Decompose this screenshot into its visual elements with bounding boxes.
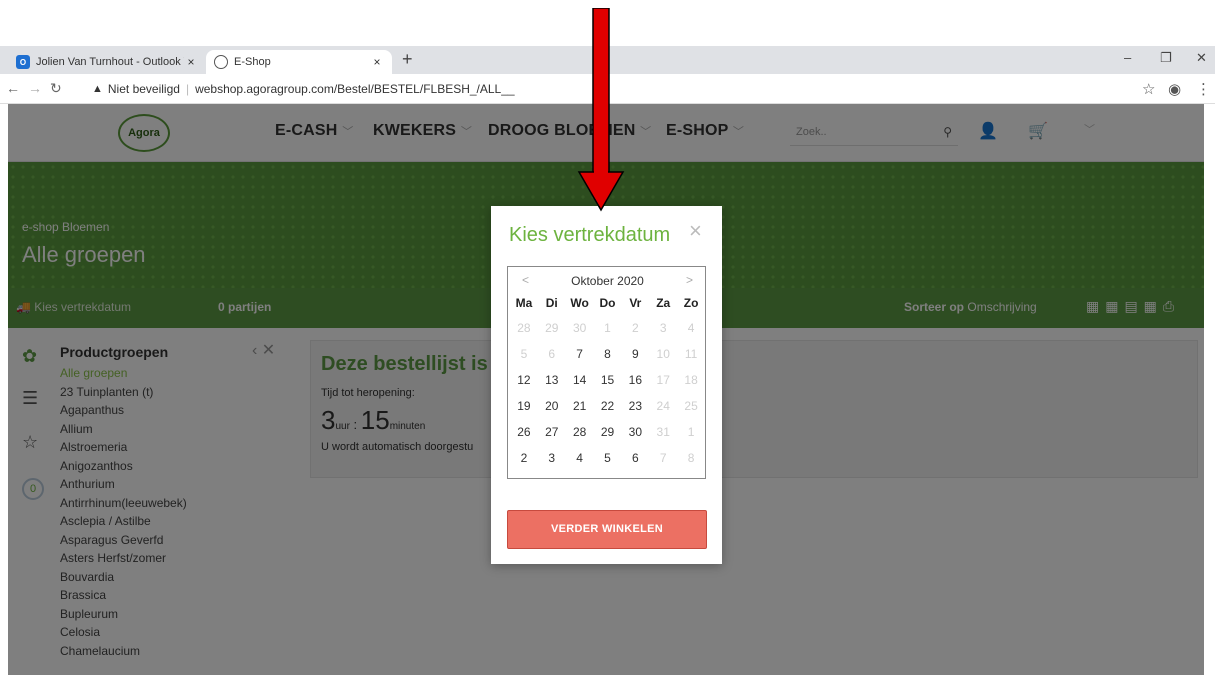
calendar-day: 18: [684, 373, 698, 387]
calendar-day[interactable]: 9: [621, 341, 649, 367]
maximize-button[interactable]: ❐: [1160, 50, 1172, 66]
calendar-day: 8: [687, 451, 695, 465]
calendar-day: 3: [659, 321, 667, 335]
calendar-day: 10: [656, 347, 670, 361]
calendar-day: 24: [656, 399, 670, 413]
calendar-day: 30: [572, 321, 587, 335]
screen: O Jolien Van Turnhout - Outlook W × E-Sh…: [0, 0, 1215, 675]
close-icon[interactable]: ×: [689, 218, 702, 244]
calendar-day: 25: [684, 399, 698, 413]
divider: |: [185, 82, 190, 96]
outlook-icon: O: [16, 55, 30, 69]
weekday-label: Za: [656, 296, 671, 310]
calendar-day[interactable]: 27: [538, 419, 566, 445]
calendar-month: Oktober 2020: [571, 274, 644, 288]
calendar-day: 2: [632, 321, 639, 335]
url-text: webshop.agoragroup.com/Bestel/BESTEL/FLB…: [195, 82, 515, 96]
reload-icon[interactable]: ↻: [50, 80, 62, 97]
browser-tab-eshop[interactable]: E-Shop ×: [206, 50, 392, 74]
globe-icon: [214, 55, 228, 69]
close-tab-icon[interactable]: ×: [370, 55, 384, 69]
calendar-day[interactable]: 7: [566, 341, 594, 367]
continue-shopping-button[interactable]: VERDER WINKELEN: [507, 510, 707, 549]
calendar-day[interactable]: 8: [594, 341, 622, 367]
calendar-day[interactable]: 14: [566, 367, 594, 393]
next-month-button[interactable]: >: [686, 273, 693, 287]
calendar-day[interactable]: 3: [538, 445, 566, 471]
close-window-button[interactable]: ✕: [1196, 50, 1207, 66]
calendar-day: 1: [687, 425, 695, 439]
calendar-day[interactable]: 22: [594, 393, 622, 419]
warning-icon: ▲: [92, 83, 103, 95]
calendar-day[interactable]: 26: [510, 419, 538, 445]
calendar-day: 6: [548, 347, 556, 361]
calendar-day: 1: [604, 321, 611, 335]
forward-icon[interactable]: →: [28, 80, 42, 96]
annotation-arrow: [577, 8, 625, 212]
weekday-label: Do: [599, 296, 616, 310]
calendar-day: 5: [520, 347, 528, 361]
calendar-day: 29: [545, 321, 559, 335]
calendar-day[interactable]: 16: [621, 367, 649, 393]
calendar-day: 17: [656, 373, 670, 387]
calendar-day[interactable]: 19: [510, 393, 538, 419]
calendar-day[interactable]: 12: [510, 367, 538, 393]
weekday-label: Zo: [683, 296, 699, 310]
departure-date-modal: Kies vertrekdatum × < Oktober 2020 > Ma D…: [491, 206, 722, 564]
calendar-day[interactable]: 30: [621, 419, 649, 445]
new-tab-button[interactable]: +: [402, 49, 413, 69]
calendar-day[interactable]: 20: [538, 393, 566, 419]
minimize-button[interactable]: –: [1124, 50, 1131, 65]
calendar-day: 31: [656, 425, 670, 439]
menu-icon[interactable]: ⋮: [1196, 80, 1211, 98]
modal-title: Kies vertrekdatum: [509, 224, 671, 246]
calendar-day: 28: [517, 321, 531, 335]
calendar-day[interactable]: 5: [594, 445, 622, 471]
weekday-label: Ma: [515, 296, 533, 310]
profile-icon[interactable]: ◉: [1168, 80, 1181, 98]
calendar-day[interactable]: 4: [566, 445, 594, 471]
calendar-day[interactable]: 13: [538, 367, 566, 393]
calendar-day[interactable]: 15: [594, 367, 622, 393]
browser-tab-outlook[interactable]: O Jolien Van Turnhout - Outlook W ×: [8, 50, 206, 74]
security-label: Niet beveiligd: [107, 82, 180, 96]
weekday-label: Wo: [570, 296, 589, 310]
calendar-day[interactable]: 21: [566, 393, 594, 419]
calendar-day: 11: [684, 347, 698, 361]
tab-title: Jolien Van Turnhout - Outlook W: [36, 56, 184, 68]
close-tab-icon[interactable]: ×: [184, 55, 198, 69]
weekday-header: Ma Di Wo Do Vr Za Zo: [510, 296, 705, 310]
weekday-label: Di: [545, 296, 558, 310]
calendar-day[interactable]: 23: [621, 393, 649, 419]
back-icon[interactable]: ←: [6, 80, 20, 96]
calendar-day[interactable]: 6: [621, 445, 649, 471]
calendar-day: 7: [659, 451, 667, 465]
calendar: < Oktober 2020 > Ma Di Wo Do Vr Za Zo 28 29 30 1 2…: [507, 266, 706, 479]
bookmark-star-icon[interactable]: ☆: [1142, 80, 1155, 98]
calendar-day: 4: [687, 321, 695, 335]
calendar-day[interactable]: 29: [594, 419, 622, 445]
tab-title: E-Shop: [234, 56, 271, 68]
calendar-days: 28 29 30 1 2 3 4 5 6 7 8 9 10 11 12 13 14 15 16 17 18 19 20 21 2…: [510, 315, 705, 471]
calendar-day[interactable]: 28: [566, 419, 594, 445]
weekday-label: Vr: [629, 296, 642, 310]
calendar-day[interactable]: 2: [510, 445, 538, 471]
